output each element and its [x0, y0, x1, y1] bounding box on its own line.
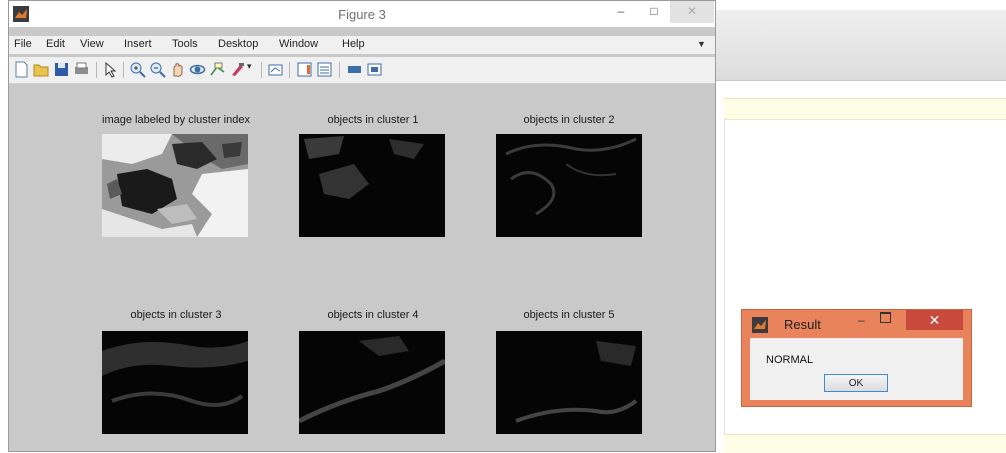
hide-plot-tools-icon[interactable]	[346, 61, 363, 78]
result-dialog: Result – ✕ NORMAL OK	[741, 309, 972, 407]
zoom-in-icon[interactable]	[129, 61, 146, 78]
save-icon[interactable]	[53, 61, 70, 78]
new-figure-icon[interactable]	[13, 61, 30, 78]
show-plot-tools-icon[interactable]	[366, 61, 383, 78]
plot-title-cluster-4: objects in cluster 4	[327, 309, 419, 321]
colorbar-icon[interactable]	[296, 61, 313, 78]
background-window-status-bar	[724, 434, 1006, 453]
cluster-2-image	[496, 134, 642, 237]
open-file-icon[interactable]	[33, 61, 50, 78]
plot-title-cluster-5: objects in cluster 5	[523, 309, 615, 321]
dialog-minimize-button[interactable]: –	[858, 313, 865, 327]
plot-title-cluster-index: image labeled by cluster index	[102, 114, 250, 126]
menu-insert[interactable]: Insert	[124, 38, 152, 50]
cluster-4-image	[299, 331, 445, 434]
menu-desktop[interactable]: Desktop	[218, 38, 258, 50]
close-button[interactable]: ✕	[670, 1, 714, 23]
brush-icon[interactable]	[229, 61, 246, 78]
maximize-button[interactable]: □	[639, 1, 669, 23]
menu-file[interactable]: File	[14, 38, 32, 50]
matlab-app-icon	[752, 317, 768, 333]
figure-titlebar[interactable]: Figure 3 – □ ✕	[9, 1, 715, 27]
legend-icon[interactable]	[316, 61, 333, 78]
zoom-out-icon[interactable]	[149, 61, 166, 78]
background-window-divider	[724, 118, 725, 452]
pan-icon[interactable]	[169, 61, 186, 78]
dialog-close-button[interactable]: ✕	[906, 310, 963, 330]
background-window-toolbar	[716, 10, 1006, 81]
figure-window: Figure 3 – □ ✕ File Edit View Insert Too…	[8, 0, 716, 452]
cluster-1-image	[299, 134, 445, 237]
toolbar-separator	[289, 62, 290, 78]
dialog-maximize-button[interactable]	[880, 312, 891, 323]
dialog-title: Result	[784, 317, 821, 332]
cluster-3-image	[102, 331, 248, 434]
plot-title-cluster-2: objects in cluster 2	[523, 114, 615, 126]
background-window-info-bar	[724, 98, 1006, 120]
menu-view[interactable]: View	[80, 38, 104, 50]
plot-title-cluster-3: objects in cluster 3	[130, 309, 222, 321]
toolbar-separator	[339, 62, 340, 78]
menu-overflow-icon[interactable]: ▼	[697, 39, 706, 49]
data-cursor-icon[interactable]	[209, 61, 226, 78]
menu-tools[interactable]: Tools	[172, 38, 198, 50]
menu-help[interactable]: Help	[342, 38, 365, 50]
plot-title-cluster-1: objects in cluster 1	[327, 114, 419, 126]
link-plot-icon[interactable]	[267, 61, 284, 78]
edit-plot-icon[interactable]	[102, 61, 119, 78]
toolbar-separator	[123, 62, 124, 78]
menu-window[interactable]: Window	[279, 38, 318, 50]
cluster-index-image	[102, 134, 248, 237]
print-icon[interactable]	[73, 61, 90, 78]
ok-button[interactable]: OK	[824, 374, 888, 392]
dialog-body: NORMAL OK	[750, 338, 963, 400]
rotate-3d-icon[interactable]	[189, 61, 206, 78]
menu-edit[interactable]: Edit	[46, 38, 65, 50]
figure-toolbar: ▾	[9, 57, 715, 84]
toolbar-separator	[261, 62, 262, 78]
minimize-button[interactable]: –	[606, 1, 636, 23]
figure-menubar: File Edit View Insert Tools Desktop Wind…	[9, 36, 715, 54]
dialog-message: NORMAL	[766, 354, 814, 366]
toolbar-separator	[96, 62, 97, 78]
cluster-5-image	[496, 331, 642, 434]
